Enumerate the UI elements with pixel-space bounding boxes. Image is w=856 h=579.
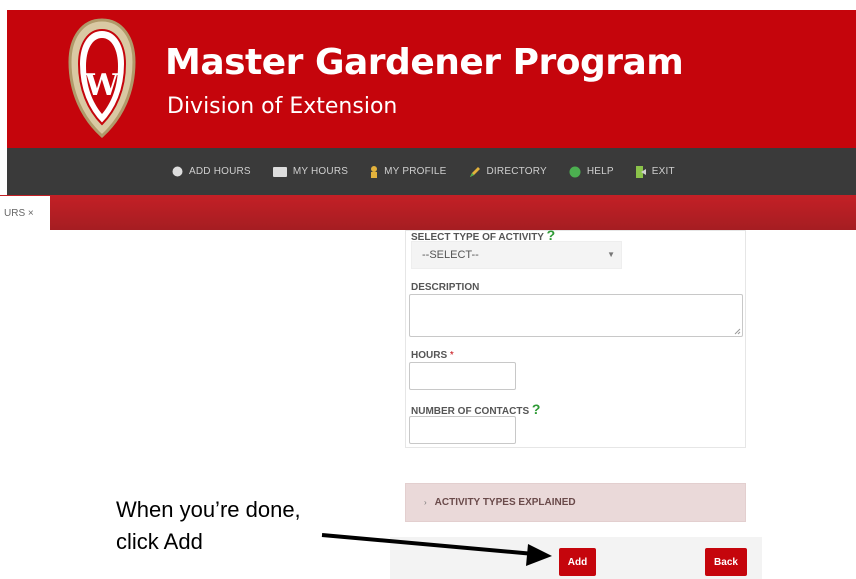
site-header: W Master Gardener Program Division of Ex… bbox=[7, 10, 856, 148]
nav-label: ADD HOURS bbox=[189, 166, 251, 177]
contacts-help-icon[interactable]: ? bbox=[532, 401, 541, 417]
nav-label: EXIT bbox=[651, 166, 675, 177]
nav-my-hours[interactable]: MY HOURS bbox=[272, 166, 349, 177]
exit-icon bbox=[635, 165, 646, 178]
button-bar: Add Back bbox=[390, 537, 762, 579]
tab-bar bbox=[0, 195, 856, 230]
required-marker: * bbox=[449, 350, 454, 361]
activity-types-accordion[interactable]: › ACTIVITY TYPES EXPLAINED bbox=[405, 483, 746, 522]
crest-letter: W bbox=[85, 68, 119, 103]
nav-label: MY HOURS bbox=[292, 166, 349, 177]
nav-add-hours[interactable]: ADD HOURS bbox=[172, 166, 251, 177]
program-title: Master Gardener Program bbox=[165, 42, 684, 83]
chevron-right-icon: › bbox=[424, 498, 427, 507]
nav-label: DIRECTORY bbox=[486, 166, 547, 177]
tab-label: URS × bbox=[4, 208, 34, 219]
plus-circle-icon bbox=[172, 166, 183, 177]
back-button[interactable]: Back bbox=[705, 548, 747, 576]
contacts-label: NUMBER OF CONTACTS ? bbox=[411, 401, 541, 417]
nav-exit[interactable]: EXIT bbox=[635, 165, 675, 178]
activity-type-select[interactable]: --SELECT-- ▼ bbox=[411, 241, 622, 269]
add-button[interactable]: Add bbox=[559, 548, 596, 576]
add-hours-form: SELECT TYPE OF ACTIVITY ? --SELECT-- ▼ D… bbox=[405, 227, 746, 448]
description-label: DESCRIPTION bbox=[411, 282, 480, 293]
resize-grip-icon[interactable] bbox=[734, 328, 741, 335]
nav-directory[interactable]: DIRECTORY bbox=[469, 166, 547, 178]
division-subtitle: Division of Extension bbox=[167, 94, 398, 119]
person-icon bbox=[371, 165, 378, 178]
pencil-icon bbox=[469, 166, 480, 177]
nav-my-profile[interactable]: MY PROFILE bbox=[370, 165, 447, 178]
tab-add-hours[interactable]: URS × bbox=[0, 196, 50, 231]
description-textarea[interactable] bbox=[409, 294, 743, 337]
nav-help[interactable]: HELP bbox=[569, 166, 614, 178]
list-icon bbox=[272, 166, 287, 177]
nav-label: HELP bbox=[586, 166, 614, 177]
hours-input[interactable] bbox=[409, 362, 516, 390]
contacts-input[interactable] bbox=[409, 416, 516, 444]
nav-label: MY PROFILE bbox=[384, 166, 447, 177]
instruction-annotation: When you’re done, click Add bbox=[116, 497, 301, 554]
main-nav: ADD HOURS MY HOURS MY PROFILE DIRECTORY … bbox=[7, 148, 856, 195]
hours-label: HOURS * bbox=[411, 350, 454, 361]
help-circle-icon bbox=[569, 166, 581, 177]
chevron-down-icon: ▼ bbox=[607, 250, 615, 259]
